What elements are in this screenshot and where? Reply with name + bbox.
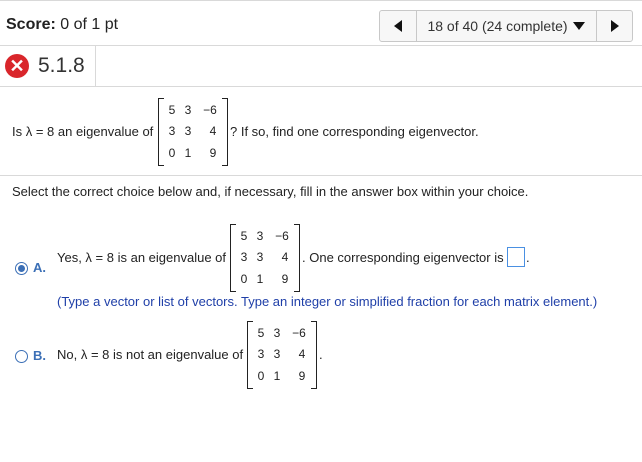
matrix-cell: 9 [298, 369, 306, 383]
next-question-button[interactable] [596, 11, 633, 41]
option-a-period: . [526, 250, 530, 265]
option-a-radio[interactable] [15, 262, 28, 275]
matrix-cell: 5 [257, 326, 265, 340]
matrix-cell: 4 [298, 347, 306, 361]
header-divider [0, 45, 642, 46]
top-divider [0, 0, 642, 1]
question-divider [0, 86, 642, 87]
matrix-cell: 1 [273, 369, 281, 383]
matrix-right-bracket [222, 98, 228, 166]
matrix-cell: 3 [256, 250, 264, 264]
matrix-cell: 3 [168, 124, 176, 138]
matrix-cell: 3 [273, 326, 281, 340]
instructions-text: Select the correct choice below and, if … [12, 184, 529, 199]
matrix-cell: 3 [184, 124, 192, 138]
matrix-cell: 5 [240, 229, 248, 243]
matrix-cell: 3 [256, 229, 264, 243]
question-matrix: 5 3 −6 3 3 4 0 1 9 [158, 98, 228, 166]
option-b-radio[interactable] [15, 350, 28, 363]
matrix-cell: 1 [256, 272, 264, 286]
score-value: 0 of 1 pt [60, 16, 119, 33]
matrix-cell: 4 [281, 250, 289, 264]
option-a-label[interactable]: A. [33, 260, 46, 275]
matrix-cell: −6 [292, 326, 306, 340]
prompt-text-after: ? If so, find one corresponding eigenvec… [230, 124, 479, 139]
option-a-text-after: . One corresponding eigenvector is [302, 250, 504, 265]
option-a-hint: (Type a vector or list of vectors. Type … [57, 294, 598, 309]
option-a-text-before: Yes, λ = 8 is an eigenvalue of [57, 250, 226, 265]
option-b-label[interactable]: B. [33, 348, 46, 363]
question-selector-label: 18 of 40 (24 complete) [427, 18, 568, 34]
matrix-cell: 3 [240, 250, 248, 264]
question-number: 5.1.8 [38, 54, 85, 77]
matrix-cell: 0 [257, 369, 265, 383]
prompt-text-before: Is λ = 8 an eigenvalue of [12, 124, 154, 139]
question-selector-dropdown[interactable]: 18 of 40 (24 complete) [417, 11, 595, 41]
instructions-divider [0, 175, 642, 176]
matrix-cell: −6 [275, 229, 289, 243]
arrow-right-icon [611, 20, 619, 32]
previous-question-button[interactable] [380, 11, 417, 41]
matrix-cell: 3 [184, 103, 192, 117]
matrix-cell: 5 [168, 103, 176, 117]
matrix-cell: 3 [273, 347, 281, 361]
matrix-right-bracket [311, 321, 317, 389]
matrix-cell: 0 [168, 146, 176, 160]
arrow-left-icon [394, 20, 402, 32]
matrix-cell: −6 [203, 103, 217, 117]
matrix-cell: 0 [240, 272, 248, 286]
option-b-period: . [319, 347, 323, 362]
eigenvector-answer-box[interactable] [507, 247, 525, 267]
matrix-cell: 9 [209, 146, 217, 160]
option-a-matrix: 5 3 −6 3 3 4 0 1 9 [230, 224, 300, 292]
matrix-cell: 4 [209, 124, 217, 138]
score-display: Score: 0 of 1 pt [6, 16, 118, 34]
x-icon: ✕ [5, 54, 29, 78]
matrix-cell: 9 [281, 272, 289, 286]
caret-down-icon [572, 22, 585, 30]
option-b-text-before: No, λ = 8 is not an eigenvalue of [57, 347, 244, 362]
matrix-cell: 1 [184, 146, 192, 160]
matrix-right-bracket [294, 224, 300, 292]
score-label: Score: [6, 16, 56, 33]
matrix-cell: 3 [257, 347, 265, 361]
question-navigator: 18 of 40 (24 complete) [379, 10, 633, 42]
option-b-matrix: 5 3 −6 3 3 4 0 1 9 [247, 321, 317, 389]
